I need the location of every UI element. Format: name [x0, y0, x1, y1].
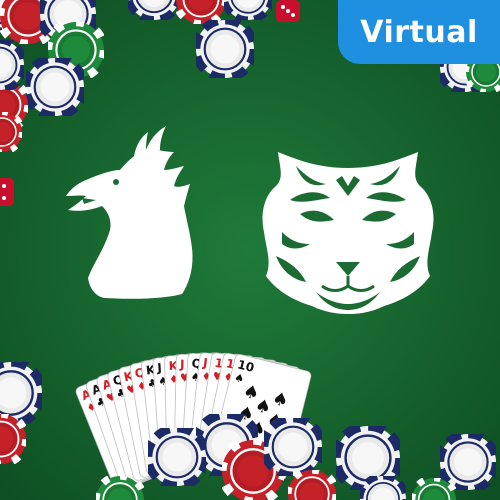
tiger-head-icon: [262, 152, 434, 314]
card-rank: J: [179, 357, 185, 371]
dice-top: [276, 0, 300, 22]
card-rank: J: [156, 361, 162, 375]
game-banner: A♦A♣A♥Q♣K♥Q♦K♣J♠K♦J♥Q♠J♦10♥10♦10♠♠♠♠♠♠♠♠…: [0, 0, 500, 500]
virtual-badge: Virtual: [338, 0, 500, 64]
poker-table-felt: A♦A♣A♥Q♣K♥Q♦K♣J♠K♦J♥Q♠J♦10♥10♦10♠♠♠♠♠♠♠♠…: [0, 0, 500, 500]
dice-left: [0, 178, 14, 206]
